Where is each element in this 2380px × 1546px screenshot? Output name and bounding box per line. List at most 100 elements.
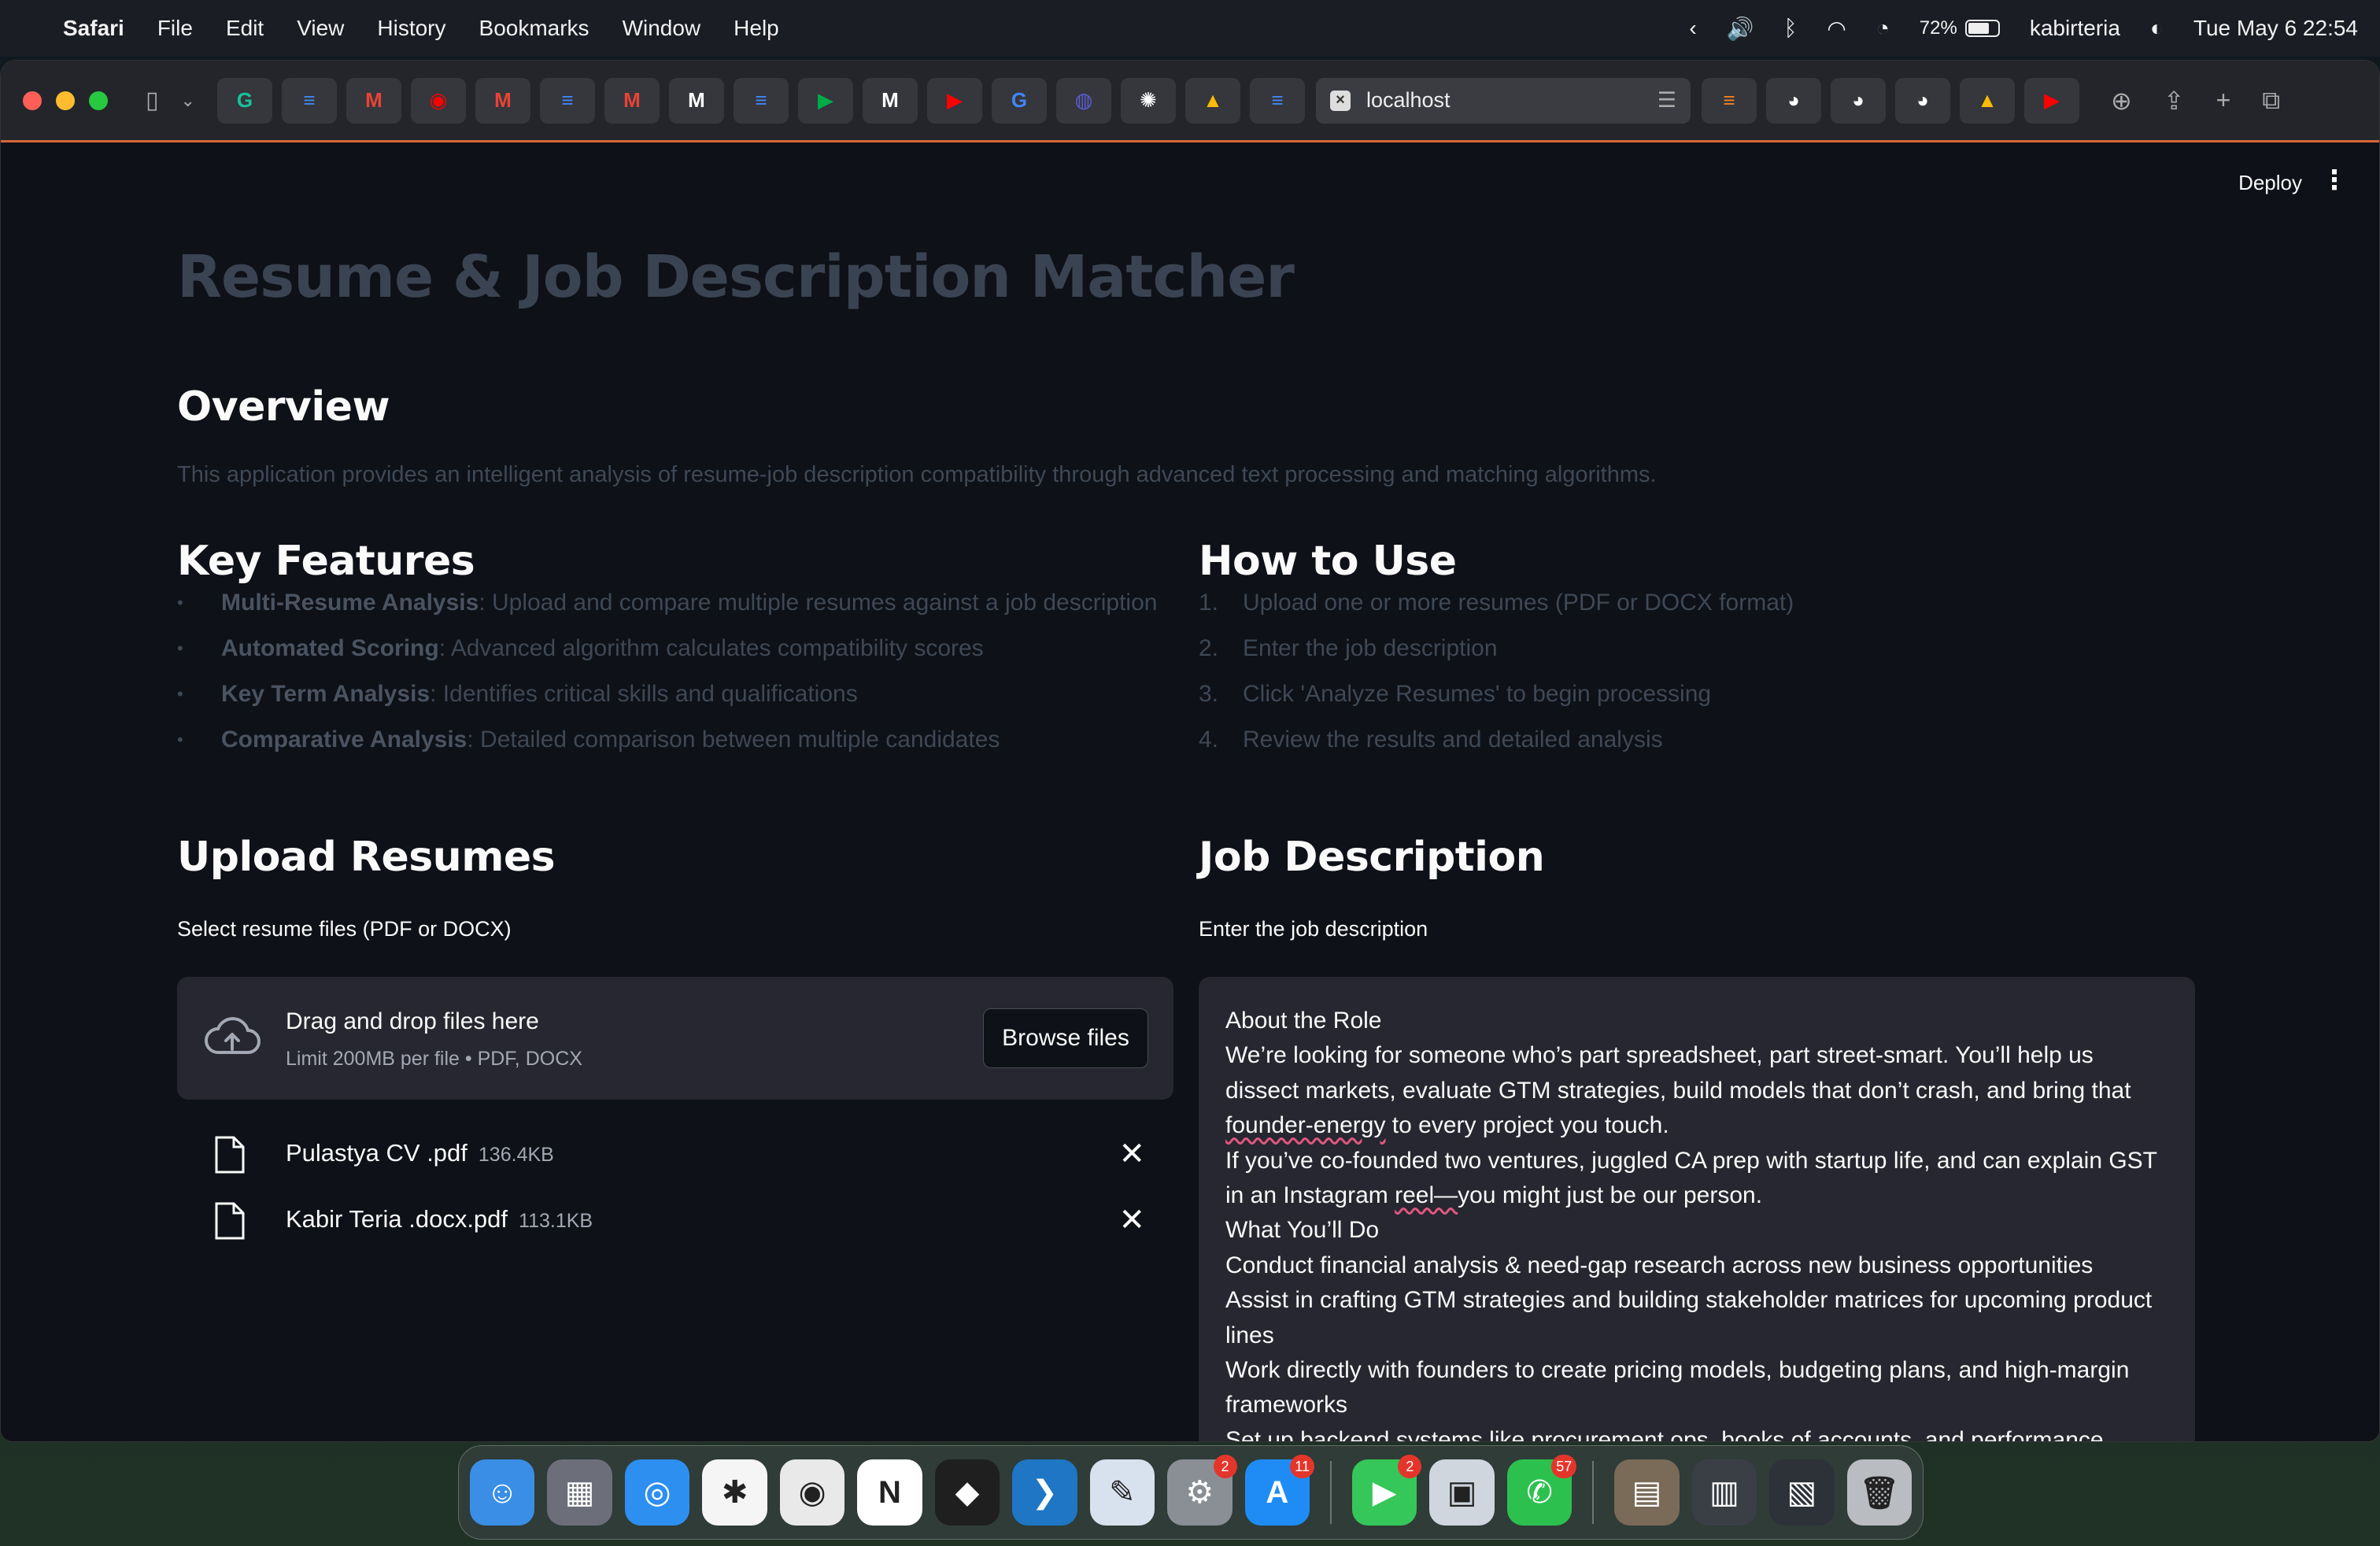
address-bar[interactable]: × localhost ☰ [1315,77,1691,124]
step-number: 2. [1199,635,1219,661]
tab-gmail[interactable]: M [604,77,660,124]
tab-openai[interactable]: ✺ [1120,77,1176,124]
menu-bookmarks[interactable]: Bookmarks [479,16,589,41]
preview-icon[interactable]: ▣ [1429,1459,1495,1526]
dock-separator [1592,1461,1595,1524]
system-settings-icon[interactable]: ⚙ 2 [1167,1455,1237,1526]
textarea-line: founder-energy to every project you touc… [1225,1112,1669,1139]
menu-help[interactable]: Help [734,16,779,41]
chrome-icon[interactable]: ◉ [779,1459,845,1526]
feature-desc: : Identifies critical skills and qualifi… [430,681,858,707]
clock[interactable]: Tue May 6 22:54 [2193,16,2358,41]
tab-github[interactable]: ◕ [1765,77,1821,124]
file-size: 113.1KB [519,1210,593,1232]
tab-stackoverflow[interactable]: ≡ [1701,77,1757,124]
tab-medium[interactable]: M [668,77,724,124]
remove-file-button[interactable]: ✕ [1118,1136,1145,1172]
battery-percent[interactable]: 72% [1920,17,2000,39]
feature-name: Automated Scoring [221,635,439,661]
vscode-icon[interactable]: ❯ [1012,1459,1077,1526]
file-icon [215,1136,245,1174]
tab-docs[interactable]: ≡ [733,77,789,124]
safari-icon[interactable]: ◎ [624,1459,690,1526]
control-center-icon[interactable]: ◐ [2150,16,2164,41]
docs-icon: ≡ [303,88,316,112]
features-heading: Key Features [177,538,475,585]
textarea-line: About the Role [1225,1008,1382,1034]
pages-icon[interactable]: ✎ [1089,1459,1155,1526]
tab-youtube[interactable]: ▶ [926,77,982,124]
main-menu-icon[interactable]: ⋮ [2321,165,2348,196]
tab-github[interactable]: ◕ [1894,77,1950,124]
tab-github[interactable]: ◕ [1830,77,1886,124]
tab-medium[interactable]: M [862,77,918,124]
chevron-left-icon[interactable]: ‹ [1689,16,1696,41]
textarea-line: What You’ll Do [1225,1217,1380,1244]
tab-docs[interactable]: ≡ [1249,77,1305,124]
tab-app[interactable]: ◍ [1055,77,1111,124]
textarea-line: Work directly with founders to create pr… [1225,1357,2130,1384]
photo-stack-icon[interactable]: ▤ [1614,1459,1680,1526]
medium-icon: M [688,88,705,112]
browse-files-button[interactable]: Browse files [983,1008,1148,1068]
sidebar-toggle-icon[interactable]: ▯ [146,87,159,114]
upload-label: Select resume files (PDF or DOCX) [177,917,512,941]
tab-docs[interactable]: ≡ [281,77,337,124]
file-dropzone[interactable]: Drag and drop files here Limit 200MB per… [177,977,1173,1100]
menu-window[interactable]: Window [623,16,701,41]
tab-drive[interactable]: ▲ [1184,77,1240,124]
remove-file-button[interactable]: ✕ [1118,1202,1145,1238]
trash-icon[interactable]: 🗑 [1846,1459,1913,1526]
tab-gmail[interactable]: M [475,77,530,124]
wifi-icon[interactable]: ◠ [1827,16,1846,42]
new-tab-icon[interactable]: + [2216,86,2231,116]
tab-drive[interactable]: ▲ [1959,77,2015,124]
window-stack-icon[interactable]: ▥ [1691,1459,1757,1526]
file-name-text: Kabir Teria .docx.pdf [286,1205,508,1233]
tab-docs[interactable]: ≡ [539,77,595,124]
cube-app-icon[interactable]: ◆ [934,1459,1000,1526]
menu-history[interactable]: History [377,16,445,41]
zoom-window-button[interactable] [89,91,108,110]
tab-grammarly[interactable]: G [216,77,272,124]
notion-icon[interactable]: N [857,1459,922,1526]
menu-file[interactable]: File [157,16,193,41]
window-stack-2-icon[interactable]: ▧ [1769,1459,1835,1526]
download-icon[interactable]: ⊕ [2111,86,2132,116]
minimize-window-button[interactable] [56,91,75,110]
list-item: 2. Enter the job description [1199,626,1794,671]
whatsapp-icon[interactable]: ✆ 57 [1506,1455,1577,1526]
reader-icon[interactable]: ☰ [1658,88,1676,113]
spelling-flag[interactable]: reel— [1395,1182,1458,1208]
facetime-icon[interactable]: ▶ 2 [1351,1455,1422,1526]
deploy-button[interactable]: Deploy [2238,171,2302,195]
bluetooth-icon[interactable]: ᛒ [1784,16,1798,41]
close-tab-icon[interactable]: × [1329,90,1351,111]
focus-icon[interactable]: ◔ [1876,16,1890,41]
volume-icon[interactable]: 🔊 [1727,16,1754,42]
perplexity-icon[interactable]: ✱ [702,1459,767,1526]
file-name-text: Pulastya CV .pdf [286,1139,468,1167]
user-name[interactable]: kabirteria [2030,16,2120,41]
menu-edit[interactable]: Edit [226,16,264,41]
github-icon: ◕ [1787,88,1800,112]
finder-icon[interactable]: ☺ [470,1459,535,1526]
job-description-textarea[interactable]: About the Role We’re looking for someone … [1199,977,2195,1441]
tab-google[interactable]: G [991,77,1047,124]
spelling-flag[interactable]: founder-energy [1225,1112,1385,1138]
tab-gmail[interactable]: M [346,77,401,124]
menu-app-name[interactable]: Safari [63,16,124,41]
launchpad-icon[interactable]: ▦ [547,1459,612,1526]
github-icon: ◕ [1916,88,1929,112]
tab-overview-icon[interactable]: ⧉ [2262,86,2280,116]
dock-separator [1329,1461,1332,1524]
tab-meet[interactable]: ▶ [797,77,853,124]
textarea-line: We’re looking for someone who’s part spr… [1225,1042,2094,1069]
app-store-icon[interactable]: A 11 [1244,1455,1314,1526]
close-window-button[interactable] [23,91,42,110]
share-icon[interactable]: ⇪ [2164,86,2185,116]
chevron-down-icon[interactable]: ⌄ [181,91,195,111]
menu-view[interactable]: View [297,16,344,41]
tab-youtube[interactable]: ▶ [2023,77,2079,124]
tab-youtube-music[interactable]: ◉ [410,77,466,124]
